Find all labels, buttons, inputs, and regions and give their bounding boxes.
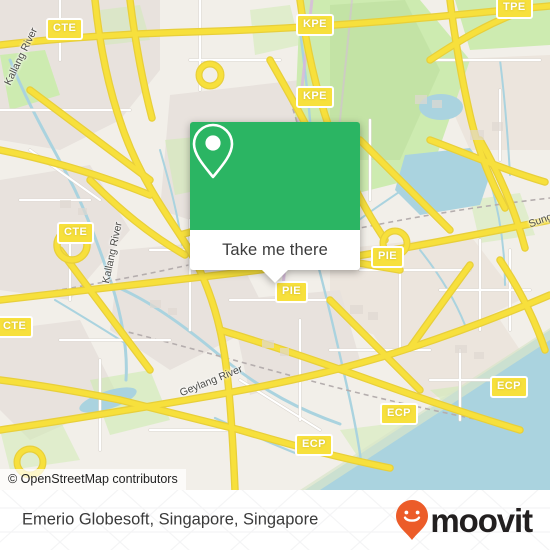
highway-shield-cte: CTE [46,18,84,40]
take-me-there-label: Take me there [222,240,328,259]
highway-shield-ecp: ECP [380,403,418,425]
popup-action-area[interactable]: Take me there [190,230,360,283]
highway-shield-ecp: ECP [295,434,333,456]
bottom-info-bar: Emerio Globesoft, Singapore, Singapore m… [0,490,550,550]
highway-shield-tpe: TPE [496,0,533,19]
highway-shield-cte: CTE [57,222,95,244]
map-canvas[interactable]: .water{fill:#aad3df} .wline{stroke:#aad3… [0,0,550,490]
highway-shield-pie: PIE [275,281,308,303]
location-popup-card[interactable]: Take me there [190,122,360,283]
moovit-brand: moovit [395,499,533,541]
moovit-pin-smile-icon [396,500,429,540]
map-page: .water{fill:#aad3df} .wline{stroke:#aad3… [0,0,550,550]
highway-shield-cte: CTE [0,316,34,338]
place-name-label: Emerio Globesoft, Singapore, Singapore [22,510,319,529]
map-attribution[interactable]: © OpenStreetMap contributors [0,469,186,490]
highway-shield-ecp: ECP [490,376,528,398]
highway-shield-pie: PIE [371,246,404,268]
map-pin-icon [192,123,234,179]
popup-image-area [190,122,360,230]
highway-shield-kpe: KPE [296,14,334,36]
popup-pointer-tail [262,270,288,283]
highway-shield-kpe: KPE [296,86,334,108]
moovit-wordmark: moovit [430,501,533,539]
